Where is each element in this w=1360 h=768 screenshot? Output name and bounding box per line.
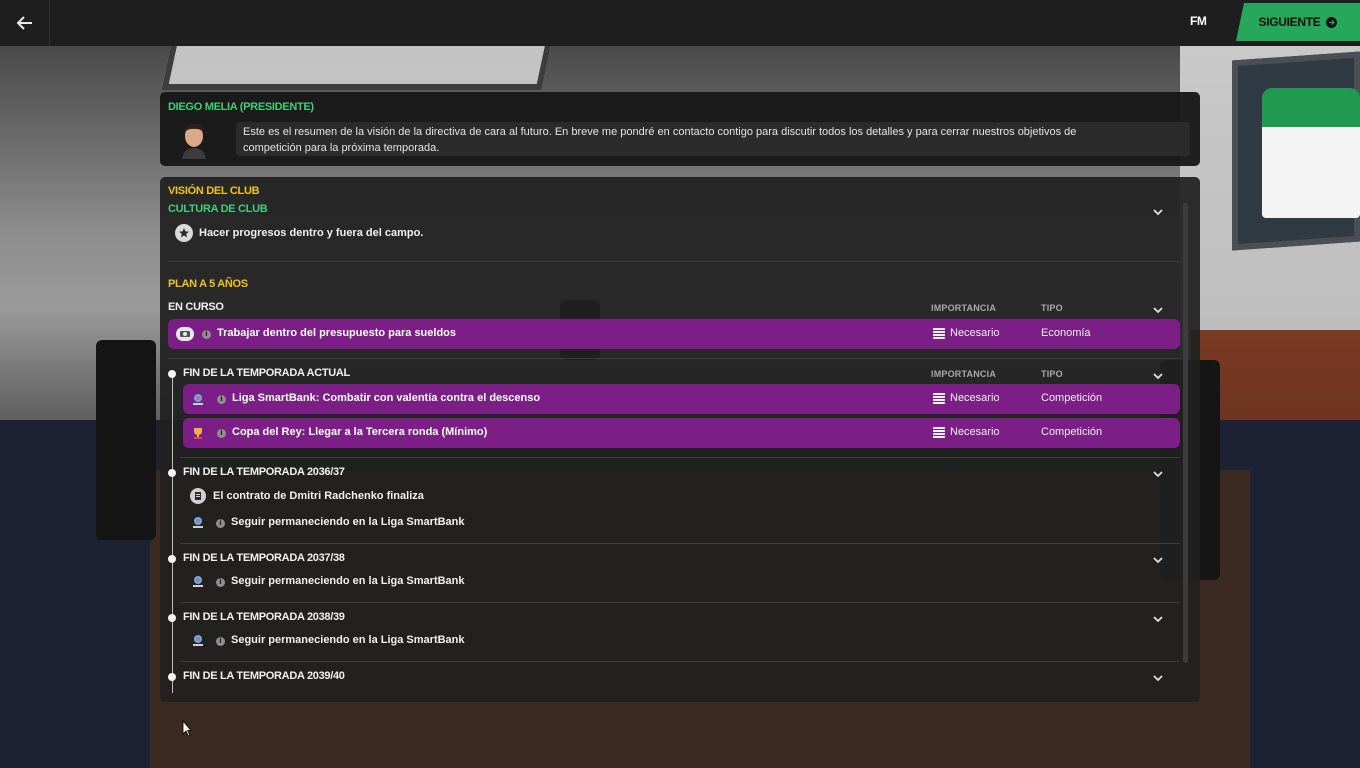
season-heading: FIN DE LA TEMPORADA 2037/38 [183, 552, 345, 564]
chevron-down-icon[interactable] [1152, 467, 1164, 479]
season-heading: FIN DE LA TEMPORADA 2036/37 [183, 466, 345, 478]
objective-importance: Necesario [950, 426, 1000, 438]
info-icon[interactable]: i [216, 519, 225, 528]
objective-row[interactable]: i Liga SmartBank: Combatir con valentía … [183, 384, 1180, 414]
back-button[interactable] [0, 0, 50, 46]
chevron-down-icon[interactable] [1152, 369, 1164, 381]
top-bar: FM SIGUIENTE [0, 0, 1360, 46]
timeline-dot [168, 469, 176, 477]
info-icon[interactable]: i [202, 330, 211, 339]
objective-type: Competición [1041, 426, 1103, 438]
objective-text: Trabajar dentro del presupuesto para sue… [217, 327, 457, 339]
fm-logo: FM [1190, 14, 1207, 28]
copa-del-rey-icon [194, 428, 202, 439]
president-message-line: Este es el resumen de la visión de la di… [243, 126, 1077, 138]
mouse-cursor-icon [182, 720, 192, 737]
president-name: DIEGO MELIA (PRESIDENTE) [168, 101, 314, 113]
info-icon[interactable]: i [216, 578, 225, 587]
season-item: El contrato de Dmitri Radchenko finaliza [213, 490, 424, 502]
background-chair [96, 340, 156, 540]
type-column-header: TIPO [1041, 303, 1063, 313]
importance-bars-icon [933, 427, 945, 438]
objective-importance: Necesario [950, 392, 1000, 404]
president-message-line: competición para la próxima temporada. [243, 142, 440, 154]
club-vision-title: VISIÓN DEL CLUB [168, 185, 260, 197]
timeline-dot [168, 370, 176, 378]
arrow-left-icon [16, 16, 32, 30]
chevron-down-icon[interactable] [1152, 671, 1164, 683]
timeline-dot [168, 555, 176, 563]
info-icon[interactable]: i [217, 429, 226, 438]
liga-smartbank-icon [193, 394, 203, 405]
next-button-label: SIGUIENTE [1258, 15, 1321, 29]
background-club-shirt [1262, 88, 1360, 218]
five-year-plan-heading: PLAN A 5 AÑOS [168, 278, 248, 290]
type-column-header: TIPO [1041, 369, 1063, 379]
chevron-down-icon[interactable] [1152, 553, 1164, 565]
president-message-card: DIEGO MELIA (PRESIDENTE) Este es el resu… [160, 92, 1200, 166]
timeline-line [172, 373, 173, 693]
star-icon [175, 224, 193, 242]
chevron-down-icon[interactable] [1152, 303, 1164, 315]
divider [180, 457, 1180, 458]
president-avatar [178, 121, 210, 159]
timeline-dot [168, 614, 176, 622]
season-item: Seguir permaneciendo en la Liga SmartBan… [231, 516, 465, 528]
divider [180, 661, 1180, 662]
scrollbar[interactable] [1183, 203, 1188, 663]
club-vision-panel: VISIÓN DEL CLUB CULTURA DE CLUB Hacer pr… [160, 177, 1200, 702]
arrow-right-circle-icon [1326, 16, 1338, 28]
club-culture-heading: CULTURA DE CLUB [168, 203, 268, 215]
objective-importance: Necesario [950, 327, 1000, 339]
importance-bars-icon [933, 393, 945, 404]
liga-smartbank-icon [193, 576, 203, 587]
liga-smartbank-icon [193, 635, 203, 646]
objective-row[interactable]: i Trabajar dentro del presupuesto para s… [168, 319, 1180, 349]
money-icon [176, 327, 194, 341]
importance-bars-icon [933, 328, 945, 339]
objective-type: Competición [1041, 392, 1103, 404]
objective-row[interactable]: i Copa del Rey: Llegar a la Tercera rond… [183, 418, 1180, 448]
club-culture-item: Hacer progresos dentro y fuera del campo… [199, 227, 424, 239]
objective-text: Copa del Rey: Llegar a la Tercera ronda … [232, 426, 488, 438]
season-item: Seguir permaneciendo en la Liga SmartBan… [231, 634, 465, 646]
importance-column-header: IMPORTANCIA [931, 369, 997, 379]
info-icon[interactable]: i [217, 395, 226, 404]
info-icon[interactable]: i [216, 637, 225, 646]
divider [180, 543, 1180, 544]
season-heading: FIN DE LA TEMPORADA ACTUAL [183, 367, 350, 379]
season-heading: FIN DE LA TEMPORADA 2038/39 [183, 611, 345, 623]
contract-icon [190, 488, 206, 504]
season-item: Seguir permaneciendo en la Liga SmartBan… [231, 575, 465, 587]
divider [168, 358, 1180, 359]
season-heading: FIN DE LA TEMPORADA 2039/40 [183, 670, 345, 682]
objective-text: Liga SmartBank: Combatir con valentía co… [232, 392, 541, 404]
in-progress-heading: EN CURSO [168, 301, 224, 313]
importance-column-header: IMPORTANCIA [931, 303, 997, 313]
chevron-down-icon[interactable] [1152, 612, 1164, 624]
divider [180, 602, 1180, 603]
next-button[interactable]: SIGUIENTE [1236, 3, 1360, 41]
chevron-down-icon[interactable] [1152, 205, 1164, 217]
objective-type: Economía [1041, 327, 1091, 339]
divider [168, 261, 1180, 262]
timeline-dot [168, 673, 176, 681]
liga-smartbank-icon [193, 517, 203, 528]
president-message: Este es el resumen de la visión de la di… [236, 122, 1190, 156]
